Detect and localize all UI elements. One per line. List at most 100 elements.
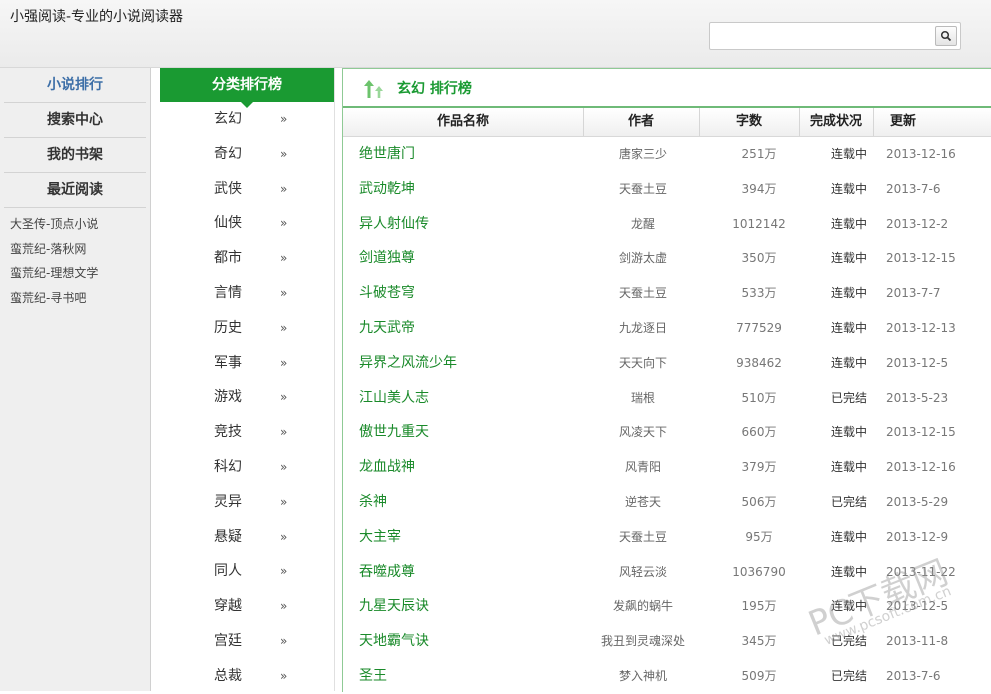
book-author: 唐家三少	[618, 147, 667, 161]
book-title-link[interactable]: 天地霸气诀	[359, 624, 429, 659]
book-word-count: 251万	[741, 147, 777, 161]
table-row: 大主宰 天蚕土豆 95万 连载中 2013-12-9	[343, 520, 991, 555]
book-word-count: 394万	[741, 181, 777, 196]
category-item[interactable]: 灵异 »	[160, 485, 334, 520]
book-title-link[interactable]: 龙血战神	[359, 450, 415, 485]
book-status: 连载中	[830, 599, 867, 614]
sidebar-nav-item[interactable]: 搜索中心	[4, 103, 146, 138]
ranking-title: 玄幻 排行榜	[397, 81, 472, 97]
category-header: 分类排行榜	[160, 68, 334, 108]
book-title-link[interactable]: 傲世九重天	[359, 415, 429, 450]
double-chevron-right-icon: »	[280, 320, 288, 335]
column-header-name[interactable]: 作品名称	[343, 108, 584, 136]
category-item[interactable]: 奇幻 »	[160, 137, 334, 172]
sidebar-nav-item[interactable]: 最近阅读	[4, 173, 146, 208]
category-label: 军事	[214, 354, 242, 371]
category-label: 游戏	[214, 389, 242, 406]
category-label: 武侠	[214, 180, 242, 197]
category-item[interactable]: 宫廷 »	[160, 624, 334, 659]
book-author: 天蚕土豆	[618, 181, 667, 196]
book-author: 逆苍天	[624, 494, 661, 509]
book-word-count: 345万	[741, 634, 777, 649]
category-item[interactable]: 穿越 »	[160, 589, 334, 624]
category-item[interactable]: 玄幻 »	[160, 102, 334, 137]
category-item[interactable]: 科幻 »	[160, 450, 334, 485]
category-label: 仙侠	[214, 215, 242, 232]
book-status: 已完结	[830, 494, 867, 509]
search-icon	[940, 30, 952, 42]
category-label: 言情	[214, 284, 242, 301]
book-title-link[interactable]: 圣王	[359, 659, 387, 694]
search-box[interactable]	[709, 22, 961, 50]
book-author: 天天向下	[618, 355, 667, 370]
book-updated-date: 2013-12-16	[886, 460, 956, 475]
book-title-link[interactable]: 斗破苍穹	[359, 276, 415, 311]
book-status: 连载中	[830, 286, 867, 301]
book-author: 天蚕土豆	[618, 286, 667, 301]
category-label: 历史	[214, 319, 242, 336]
category-item[interactable]: 历史 »	[160, 311, 334, 346]
double-chevron-right-icon: »	[280, 216, 288, 231]
table-row: 吞噬成尊 风轻云淡 1036790 连载中 2013-11-22	[343, 555, 991, 590]
book-status: 连载中	[830, 147, 867, 161]
category-label: 灵异	[214, 493, 242, 510]
double-chevron-right-icon: »	[280, 285, 288, 300]
column-header-status[interactable]: 完成状况	[799, 108, 874, 136]
category-label: 都市	[214, 250, 242, 267]
ranking-panel: 玄幻 排行榜 作品名称 作者 字数 完成状况 更新 绝世唐门 唐家三少 251万 连载…	[342, 68, 991, 692]
column-header-author[interactable]: 作者	[583, 108, 700, 136]
search-button[interactable]	[935, 26, 957, 46]
book-title-link[interactable]: 九天武帝	[359, 311, 415, 346]
book-title-link[interactable]: 绝世唐门	[359, 137, 415, 172]
search-input[interactable]	[710, 23, 944, 47]
category-item[interactable]: 竞技 »	[160, 415, 334, 450]
category-label: 悬疑	[214, 528, 242, 545]
table-row: 九星天辰诀 发飙的蜗牛 195万 连载中 2013-12-5	[343, 589, 991, 624]
recent-reading-item[interactable]: 蛮荒纪-理想文学	[10, 261, 150, 286]
double-chevron-right-icon: »	[280, 112, 288, 126]
book-word-count: 379万	[741, 460, 777, 475]
category-item[interactable]: 游戏 »	[160, 380, 334, 415]
book-word-count: 350万	[741, 251, 777, 266]
book-title-link[interactable]: 异人射仙传	[359, 207, 429, 242]
book-updated-date: 2013-7-7	[886, 286, 941, 301]
book-author: 梦入神机	[618, 668, 667, 683]
double-chevron-right-icon: »	[280, 146, 288, 161]
book-status: 连载中	[830, 564, 867, 579]
book-updated-date: 2013-5-23	[886, 390, 949, 405]
sidebar-nav-item[interactable]: 我的书架	[4, 138, 146, 173]
recent-reading-item[interactable]: 大圣传-顶点小说	[10, 212, 150, 237]
book-status: 连载中	[830, 216, 867, 231]
recent-reading-item[interactable]: 蛮荒纪-寻书吧	[10, 286, 150, 311]
book-title-link[interactable]: 九星天辰诀	[359, 589, 429, 624]
book-updated-date: 2013-12-9	[886, 529, 949, 544]
table-row: 异人射仙传 龙醒 1012142 连载中 2013-12-2	[343, 207, 991, 242]
double-chevron-right-icon: »	[280, 181, 288, 196]
double-chevron-right-icon: »	[280, 529, 288, 544]
book-title-link[interactable]: 剑道独尊	[359, 241, 415, 276]
category-item[interactable]: 总裁 »	[160, 659, 334, 694]
category-item[interactable]: 仙侠 »	[160, 206, 334, 241]
book-title-link[interactable]: 异界之风流少年	[359, 346, 457, 381]
column-header-updated[interactable]: 更新	[873, 108, 933, 136]
category-item[interactable]: 言情 »	[160, 276, 334, 311]
book-title-link[interactable]: 江山美人志	[359, 381, 429, 416]
table-row: 异界之风流少年 天天向下 938462 连载中 2013-12-5	[343, 346, 991, 381]
book-updated-date: 2013-11-8	[886, 634, 949, 649]
book-author: 瑞根	[630, 390, 655, 405]
book-title-link[interactable]: 杀神	[359, 485, 387, 520]
category-item[interactable]: 都市 »	[160, 241, 334, 276]
recent-reading-item[interactable]: 蛮荒纪-落秋网	[10, 237, 150, 262]
book-title-link[interactable]: 吞噬成尊	[359, 555, 415, 590]
sidebar-nav: 小说排行 搜索中心 我的书架 最近阅读	[0, 68, 150, 208]
category-item[interactable]: 武侠 »	[160, 172, 334, 207]
category-item[interactable]: 悬疑 »	[160, 520, 334, 555]
column-header-words[interactable]: 字数	[699, 108, 800, 136]
category-item[interactable]: 同人 »	[160, 554, 334, 589]
double-chevron-right-icon: »	[280, 390, 288, 405]
book-status: 连载中	[830, 460, 867, 475]
sidebar-nav-item[interactable]: 小说排行	[4, 68, 146, 103]
category-item[interactable]: 军事 »	[160, 346, 334, 381]
book-title-link[interactable]: 武动乾坤	[359, 172, 415, 207]
book-title-link[interactable]: 大主宰	[359, 520, 401, 555]
